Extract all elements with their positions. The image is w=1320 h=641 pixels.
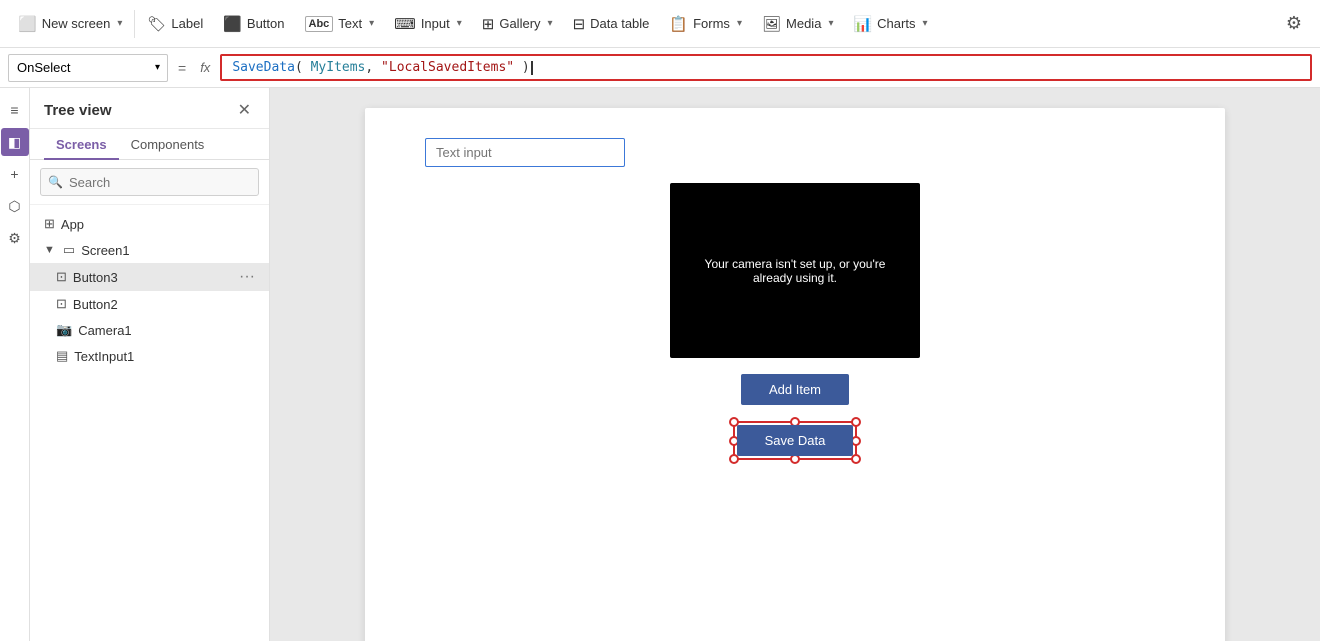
property-select[interactable]: OnSelect <box>8 54 168 82</box>
datatable-button[interactable]: ⊟ Data table <box>563 0 660 47</box>
text-button[interactable]: Abc Text ▾ <box>295 0 385 47</box>
canvas-frame: Your camera isn't set up, or you're alre… <box>365 108 1225 641</box>
input-button[interactable]: ⌨ Input ▾ <box>384 0 472 47</box>
label-button[interactable]: 🏷 Label <box>137 0 213 47</box>
fx-label: fx <box>196 60 214 75</box>
tree-item-button2[interactable]: ⊡ Button2 <box>30 291 269 317</box>
tree-item-camera1[interactable]: 📷 Camera1 <box>30 317 269 343</box>
textinput1-label: TextInput1 <box>74 349 255 364</box>
screen1-icon: ▭ <box>63 242 75 258</box>
forms-chevron: ▾ <box>737 18 742 29</box>
input-label: Input <box>421 16 450 31</box>
charts-chevron: ▾ <box>922 18 927 29</box>
canvas-area: Your camera isn't set up, or you're alre… <box>270 88 1320 641</box>
monitor-icon: ⬜ <box>18 15 37 33</box>
add-item-button[interactable]: Add Item <box>741 374 849 405</box>
button2-label: Button2 <box>73 297 255 312</box>
button3-more-icon[interactable]: ··· <box>239 268 255 286</box>
button2-icon: ⊡ <box>56 296 67 312</box>
app-icon: ⊞ <box>44 216 55 232</box>
tree-panel: Tree view ✕ Screens Components 🔍 ⊞ App ▼… <box>30 88 270 641</box>
text-chevron: ▾ <box>369 18 374 29</box>
add-icon-btn[interactable]: + <box>1 160 29 188</box>
new-screen-button[interactable]: ⬜ New screen ▾ <box>8 0 132 47</box>
media-icon: 🖼 <box>762 15 781 33</box>
save-data-wrap: Save Data <box>733 421 858 460</box>
forms-icon: 📋 <box>669 15 688 33</box>
formula-fn-name: SaveData <box>232 60 295 75</box>
tree-item-textinput1[interactable]: ▤ TextInput1 <box>30 343 269 369</box>
gallery-label: Gallery <box>499 16 540 31</box>
charts-button[interactable]: 📊 Charts ▾ <box>843 0 937 47</box>
tab-screens[interactable]: Screens <box>44 129 119 160</box>
formula-input[interactable]: SaveData( MyItems, "LocalSavedItems" ) <box>220 54 1312 81</box>
settings-icon[interactable]: ⚙ <box>1276 7 1312 40</box>
media-label: Media <box>786 16 821 31</box>
new-screen-label: New screen <box>42 16 111 31</box>
left-icon-bar: ≡ ◧ + ⬡ ⚙ <box>0 88 30 641</box>
layers-icon-btn[interactable]: ◧ <box>1 128 29 156</box>
tree-item-app[interactable]: ⊞ App <box>30 211 269 237</box>
tree-content: ⊞ App ▼ ▭ Screen1 ⊡ Button3 ··· ⊡ Button… <box>30 205 269 641</box>
datatable-label: Data table <box>590 16 649 31</box>
button-button[interactable]: ⬛ Button <box>213 0 294 47</box>
gallery-icon: ⊞ <box>482 15 495 33</box>
button3-icon: ⊡ <box>56 269 67 285</box>
label-icon: 🏷 <box>147 15 166 33</box>
text-icon: Abc <box>305 16 334 32</box>
button-icon: ⬛ <box>223 15 242 33</box>
search-input[interactable] <box>40 168 259 196</box>
camera1-label: Camera1 <box>78 323 255 338</box>
tree-close-button[interactable]: ✕ <box>234 98 255 122</box>
button-label: Button <box>247 16 285 31</box>
save-data-button[interactable]: Save Data <box>737 425 854 456</box>
tree-item-button3[interactable]: ⊡ Button3 ··· <box>30 263 269 291</box>
canvas-text-input[interactable] <box>425 138 625 167</box>
forms-button[interactable]: 📋 Forms ▾ <box>659 0 752 47</box>
formula-text: SaveData( MyItems, "LocalSavedItems" ) <box>232 60 529 75</box>
toolbar-right: ⚙ <box>1276 7 1312 40</box>
input-icon: ⌨ <box>394 15 416 33</box>
hamburger-menu-icon[interactable]: ≡ <box>1 96 29 124</box>
label-label: Label <box>171 16 203 31</box>
tree-search-area: 🔍 <box>30 160 269 205</box>
tree-header: Tree view ✕ <box>30 88 269 129</box>
data-icon-btn[interactable]: ⬡ <box>1 192 29 220</box>
charts-label: Charts <box>877 16 915 31</box>
tree-title: Tree view <box>44 102 112 119</box>
tree-tabs: Screens Components <box>30 129 269 160</box>
input-chevron: ▾ <box>457 18 462 29</box>
forms-label: Forms <box>693 16 730 31</box>
media-chevron: ▾ <box>828 18 833 29</box>
app-label: App <box>61 217 255 232</box>
formula-cursor <box>531 61 533 75</box>
gallery-chevron: ▾ <box>548 18 553 29</box>
tree-search-wrap: 🔍 <box>40 168 259 196</box>
text-label: Text <box>338 16 362 31</box>
tab-components[interactable]: Components <box>119 129 217 160</box>
datatable-icon: ⊟ <box>573 15 586 33</box>
camera1-icon: 📷 <box>56 322 72 338</box>
divider-1 <box>134 10 135 38</box>
camera-message: Your camera isn't set up, or you're alre… <box>670 237 920 305</box>
advanced-tools-icon-btn[interactable]: ⚙ <box>1 224 29 252</box>
screen1-label: Screen1 <box>81 243 255 258</box>
tree-item-screen1[interactable]: ▼ ▭ Screen1 <box>30 237 269 263</box>
textinput1-icon: ▤ <box>56 348 68 364</box>
toolbar: ⬜ New screen ▾ 🏷 Label ⬛ Button Abc Text… <box>0 0 1320 48</box>
main-layout: ≡ ◧ + ⬡ ⚙ Tree view ✕ Screens Components… <box>0 88 1320 641</box>
equals-sign: = <box>174 60 190 76</box>
new-screen-chevron: ▾ <box>117 18 122 29</box>
screen1-expand-icon: ▼ <box>44 244 55 256</box>
property-select-wrap: OnSelect ▾ <box>8 54 168 82</box>
button3-label: Button3 <box>73 270 233 285</box>
formula-bar: OnSelect ▾ = fx SaveData( MyItems, "Loca… <box>0 48 1320 88</box>
camera-box: Your camera isn't set up, or you're alre… <box>670 183 920 358</box>
media-button[interactable]: 🖼 Media ▾ <box>752 0 844 47</box>
handle-bot-right[interactable] <box>851 454 861 464</box>
gallery-button[interactable]: ⊞ Gallery ▾ <box>472 0 563 47</box>
charts-icon: 📊 <box>853 15 872 33</box>
